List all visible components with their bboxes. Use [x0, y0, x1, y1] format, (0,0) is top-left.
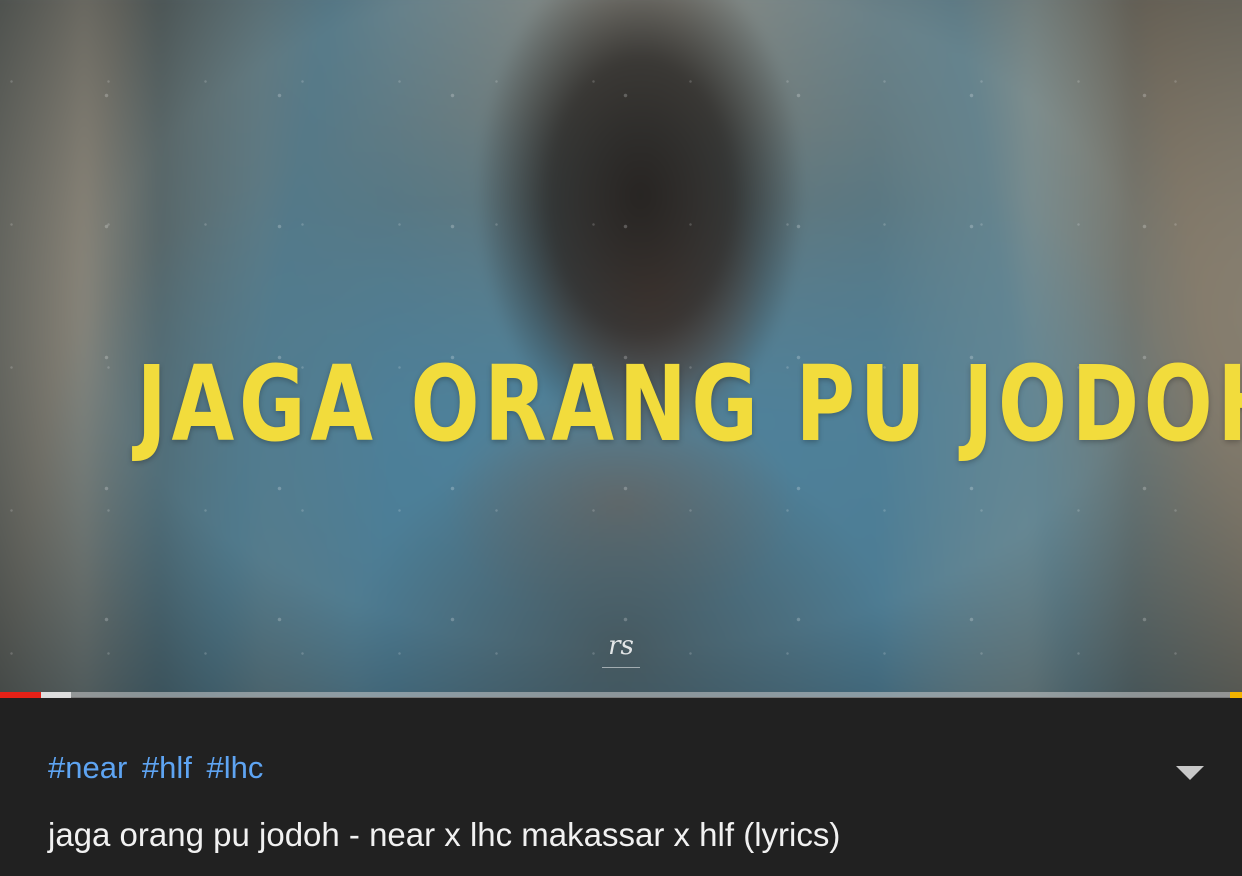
video-info-panel: #near #hlf #lhc jaga orang pu jodoh - ne… — [0, 698, 1242, 876]
chevron-down-icon — [1176, 766, 1204, 780]
hashtag-link[interactable]: #lhc — [207, 750, 264, 785]
video-player[interactable]: JAGA ORANG PU JODOH rs — [0, 0, 1242, 697]
video-title[interactable]: jaga orang pu jodoh - near x lhc makassa… — [48, 816, 840, 854]
hashtag-link[interactable]: #hlf — [142, 750, 192, 785]
watermark-text: rs — [608, 631, 634, 661]
expand-description-button[interactable] — [1170, 760, 1210, 790]
video-overlay-title: JAGA ORANG PU JODOH — [136, 343, 1242, 465]
watermark-underline — [602, 667, 640, 668]
hashtag-list: #near #hlf #lhc — [48, 750, 269, 786]
channel-watermark: rs — [596, 630, 646, 670]
hashtag-link[interactable]: #near — [48, 750, 127, 785]
